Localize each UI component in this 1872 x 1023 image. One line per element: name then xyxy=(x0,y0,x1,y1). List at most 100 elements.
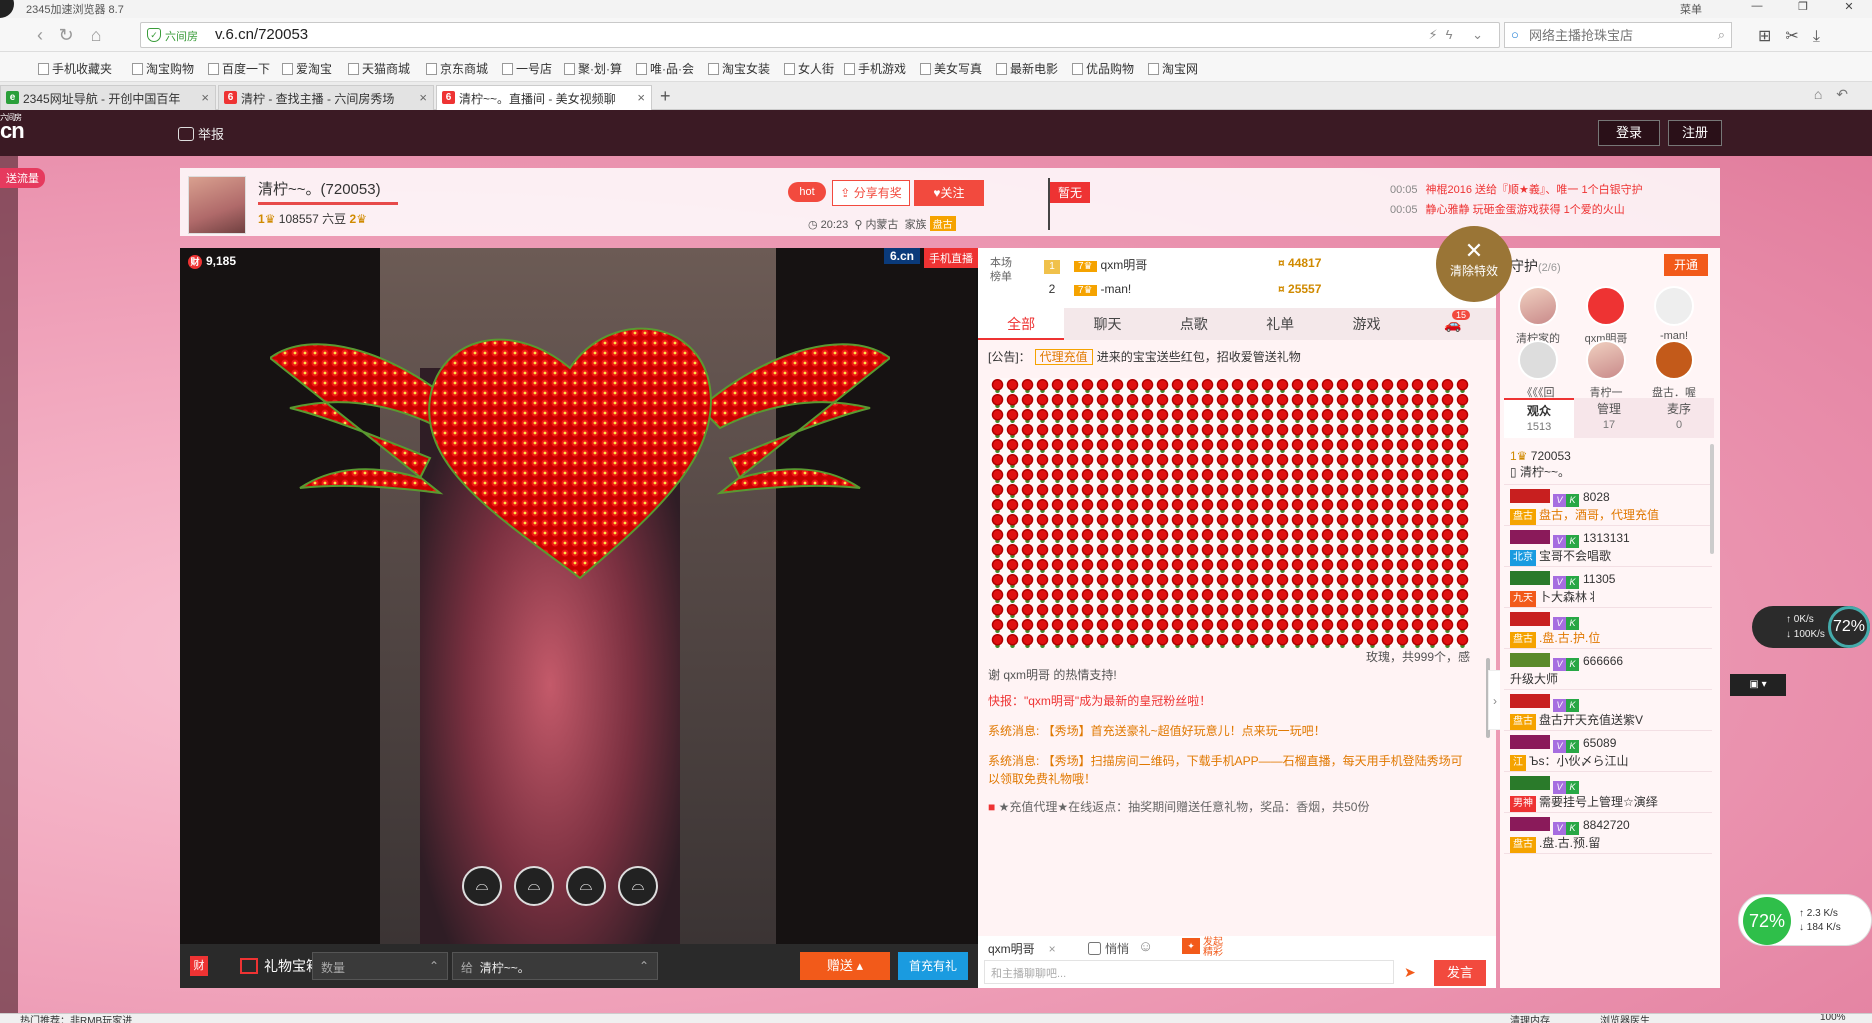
register-button[interactable]: 注册 xyxy=(1668,120,1722,146)
send-gift-button[interactable]: 赠送 ▴ xyxy=(800,952,890,980)
bookmark-item[interactable]: 一号店 xyxy=(502,60,552,77)
browser-tab[interactable]: e 2345网址导航 - 开创中国百年 × xyxy=(0,85,216,110)
list-item[interactable]: V K 8028 盘古 盘古，酒哥，代理充值 xyxy=(1504,485,1712,526)
address-bar[interactable]: ✓ 六间房 v.6.cn/720053 ⚡ϟ ⌄ xyxy=(140,22,1500,48)
chat-recipient[interactable]: qxm明哥 × xyxy=(988,940,1056,957)
address-tools-icon[interactable]: ⚡ϟ ⌄ xyxy=(1428,27,1491,43)
maximize-icon[interactable]: ❐ xyxy=(1780,0,1826,13)
sofa-seat-icon[interactable]: ⌓ xyxy=(566,866,606,906)
sofa-seat-icon[interactable]: ⌓ xyxy=(462,866,502,906)
tab-close-icon[interactable]: × xyxy=(419,90,427,105)
tab-games[interactable]: 游戏 xyxy=(1323,308,1409,340)
bookmark-item[interactable]: 京东商城 xyxy=(426,60,488,77)
list-item[interactable]: V K 1313131 北京 宝哥不会唱歌 xyxy=(1504,526,1712,567)
free-traffic-tag[interactable]: 送流量 xyxy=(0,168,45,188)
bookmark-item[interactable]: 最新电影 xyxy=(996,60,1058,77)
bookmark-item[interactable]: 优品购物 xyxy=(1072,60,1134,77)
bling-button[interactable]: ✦ 发起 精彩 xyxy=(1182,938,1223,958)
list-item[interactable]: V K 11305 九天 卜大森林丬 xyxy=(1504,567,1712,608)
side-dock-icon[interactable]: ▣ ▾ xyxy=(1730,674,1786,696)
guard-avatar xyxy=(1518,340,1558,380)
guard-member[interactable]: 《《《回 xyxy=(1506,340,1570,400)
bookmark-item[interactable]: 淘宝女装 xyxy=(708,60,770,77)
bookmark-item[interactable]: 淘宝网 xyxy=(1148,60,1198,77)
open-guard-button[interactable]: 开通 xyxy=(1664,254,1708,276)
coin-icon: ¤ xyxy=(1278,282,1285,296)
list-item[interactable]: V K 盘古 盘古开天充值送紫V xyxy=(1504,690,1712,731)
bookmark-item[interactable]: 爱淘宝 xyxy=(282,60,332,77)
refresh-icon[interactable]: ↻ xyxy=(54,23,78,47)
list-item[interactable]: V K 65089 江 Ъs：小伙〆ら江山 xyxy=(1504,731,1712,772)
host-avatar[interactable] xyxy=(188,176,246,234)
rank-row[interactable]: 1 7♛ qxm明哥 ¤ 44817 xyxy=(1044,256,1321,274)
emoji-icon[interactable]: ☺ xyxy=(1138,938,1153,955)
browser-tab[interactable]: 6 清柠 - 查找主播 - 六间房秀场 × xyxy=(218,85,434,110)
share-button[interactable]: ⇪ 分享有奖 xyxy=(832,180,910,206)
send-message-button[interactable]: 发言 xyxy=(1434,960,1486,986)
recharge-agent-tag[interactable]: 代理充值 xyxy=(1034,349,1093,365)
list-item[interactable]: V K 男神 需要挂号上管理☆演绎 xyxy=(1504,772,1712,813)
guard-member[interactable]: -man! xyxy=(1642,286,1706,342)
bookmark-item[interactable]: 百度一下 xyxy=(208,60,270,77)
bookmark-item[interactable]: 聚·划·算 xyxy=(564,60,622,77)
home-icon[interactable]: ⌂ xyxy=(84,23,108,47)
url-text[interactable]: v.6.cn/720053 xyxy=(215,26,308,43)
tab-bar: e 2345网址导航 - 开创中国百年 × 6 清柠 - 查找主播 - 六间房秀… xyxy=(0,82,1872,110)
minimize-icon[interactable]: — xyxy=(1734,0,1780,13)
site-logo[interactable]: 六间房 cn xyxy=(0,113,25,144)
tab-admins[interactable]: 管理 17 xyxy=(1574,398,1644,438)
bookmark-item[interactable]: 天猫商城 xyxy=(348,60,410,77)
login-button[interactable]: 登录 xyxy=(1598,120,1660,146)
guard-member[interactable]: 青柠一 xyxy=(1574,340,1638,400)
guard-member[interactable]: 清柠家的 xyxy=(1506,286,1570,346)
bookmark-item[interactable]: 手机游戏 xyxy=(844,60,906,77)
bookmark-item[interactable]: 淘宝购物 xyxy=(132,60,194,77)
bookmark-item[interactable]: 女人街 xyxy=(784,60,834,77)
follow-button[interactable]: ♥关注 xyxy=(914,180,984,206)
first-recharge-button[interactable]: 首充有礼 xyxy=(898,952,968,980)
bookmark-item[interactable]: 手机收藏夹 xyxy=(38,60,112,77)
browser-menu-button[interactable]: 菜单 xyxy=(1680,1,1702,17)
search-box[interactable]: ○ ⌕ xyxy=(1504,22,1732,48)
tab-close-icon[interactable]: × xyxy=(201,90,209,105)
new-tab-icon[interactable]: + xyxy=(660,86,671,107)
extensions-icon[interactable]: ⊞✂⤓ xyxy=(1758,26,1834,46)
network-speed-widget-2[interactable]: 72% ↑ 2.3 K/s ↓ 184 K/s xyxy=(1738,894,1872,946)
rank-row[interactable]: 2 7♛ -man! ¤ 25557 xyxy=(1044,282,1321,296)
search-icon[interactable]: ⌕ xyxy=(1718,27,1725,43)
sofa-seat-icon[interactable]: ⌓ xyxy=(618,866,658,906)
tab-gifts[interactable]: 礼单 xyxy=(1237,308,1323,340)
sofa-seat-icon[interactable]: ⌓ xyxy=(514,866,554,906)
chat-text-input[interactable]: 和主播聊聊吧... xyxy=(984,960,1394,984)
tab-close-icon[interactable]: × xyxy=(637,90,645,105)
tab-mic-queue[interactable]: 麦序 0 xyxy=(1644,398,1714,438)
rank-label[interactable]: 本场 榜单 xyxy=(990,256,1012,284)
audience-scrollbar[interactable] xyxy=(1710,444,1714,554)
clear-effects-button[interactable]: ✕ 清除特效 xyxy=(1436,226,1512,302)
list-item[interactable]: V K 666666 升级大师 xyxy=(1504,649,1712,690)
search-input[interactable] xyxy=(1505,23,1695,47)
send-plane-icon[interactable]: ➤ xyxy=(1404,964,1416,981)
list-item[interactable]: V K 盘古 .盘.古.护.位 xyxy=(1504,608,1712,649)
browser-tab-active[interactable]: 6 清柠~~。直播间 - 美女视频聊 × xyxy=(436,85,652,110)
report-button[interactable]: 举报 xyxy=(178,124,224,143)
tab-songs[interactable]: 点歌 xyxy=(1151,308,1237,340)
video-player[interactable]: 财 9,185 6.cn 手机直播 ⌓ ⌓ ⌓ ⌓ xyxy=(180,248,978,944)
tab-audience[interactable]: 观众 1513 xyxy=(1504,398,1574,438)
bookmark-item[interactable]: 唯·品·会 xyxy=(636,60,694,77)
network-speed-widget[interactable]: ↑ 0K/s ↓ 100K/s 72% xyxy=(1752,606,1870,648)
list-item[interactable]: 1♛ 720053 ▯ 清柠~~。 xyxy=(1504,444,1712,485)
gift-quantity-field[interactable]: 数量 ⌃ xyxy=(312,952,448,980)
tab-all[interactable]: 全部 xyxy=(978,308,1065,340)
gift-recipient-field[interactable]: 给 清柠~~。 ⌃ xyxy=(452,952,658,980)
list-item[interactable]: V K 8842720 盘古 .盘.古.预.留 xyxy=(1504,813,1712,854)
tab-tools-icon[interactable]: ⌂↶ xyxy=(1814,86,1862,103)
cash-icon[interactable]: 财 xyxy=(190,956,208,976)
guard-member[interactable]: qxm明哥 xyxy=(1574,286,1638,346)
guard-member[interactable]: 盘古．喔 xyxy=(1642,340,1706,400)
close-icon[interactable]: ✕ xyxy=(1826,0,1872,13)
tab-chat[interactable]: 聊天 xyxy=(1064,308,1150,340)
back-icon[interactable]: ‹ xyxy=(28,23,52,47)
whisper-checkbox[interactable]: 悄悄 xyxy=(1088,940,1129,957)
bookmark-item[interactable]: 美女写真 xyxy=(920,60,982,77)
